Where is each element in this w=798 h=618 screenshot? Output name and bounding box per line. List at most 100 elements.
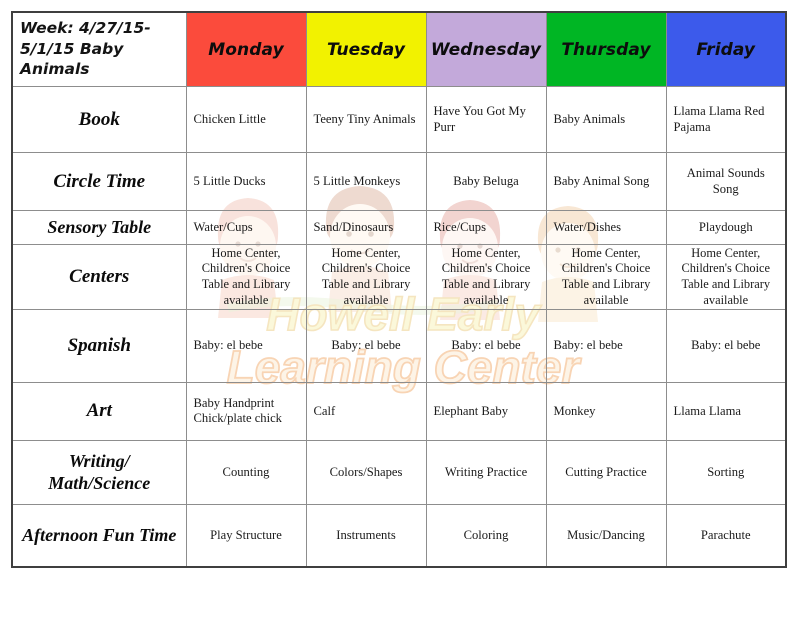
cell-4-0: Baby: el bebe	[185, 309, 307, 383]
cell-6-1: Colors/Shapes	[305, 439, 427, 506]
row-label-art: Art	[11, 381, 187, 442]
row-label-book: Book	[11, 86, 187, 154]
row-label-spanish: Spanish	[11, 309, 187, 383]
cell-7-0: Play Structure	[185, 504, 307, 568]
table-row: Spanish Baby: el bebe Baby: el bebe Baby: e…	[11, 309, 787, 383]
cell-text: Calf	[313, 403, 336, 418]
cell-6-0: Counting	[185, 439, 307, 506]
cell-text: Water/Cups	[193, 219, 253, 234]
cell-4-4: Baby: el bebe	[665, 309, 787, 383]
cell-text: Cutting Practice	[565, 464, 647, 479]
cell-text: Instruments	[336, 527, 396, 542]
cell-6-4: Sorting	[665, 439, 787, 506]
cell-1-4: Animal Sounds Song	[665, 152, 787, 212]
cell-text: Baby: el bebe	[451, 338, 521, 353]
cell-3-4: Home Center, Children's Choice Table and…	[665, 243, 787, 311]
row-label-circle-time: Circle Time	[11, 152, 187, 212]
cell-text: Baby: el bebe	[331, 338, 401, 353]
cell-1-3: Baby Animal Song	[545, 152, 667, 212]
table-row: Afternoon Fun Time Play Structure Instrume…	[11, 504, 787, 568]
cell-5-4: Llama Llama	[665, 381, 787, 442]
cell-4-2: Baby: el bebe	[425, 309, 547, 383]
cell-text: Rice/Cups	[433, 219, 486, 234]
cell-text: Home Center, Children's Choice Table and…	[441, 245, 531, 307]
table-row: Centers Home Center, Children's Choice Ta…	[11, 243, 787, 311]
cell-text: Music/Dancing	[567, 527, 645, 542]
table-row: Circle Time 5 Little Ducks 5 Little Monkey…	[11, 152, 787, 212]
cell-text: Playdough	[698, 219, 753, 234]
cell-3-2: Home Center, Children's Choice Table and…	[425, 243, 547, 311]
cell-text: Baby Animals	[553, 111, 626, 126]
cell-0-2: Have You Got My Purr	[425, 86, 547, 154]
cell-text: Llama Llama	[673, 403, 741, 418]
cell-text: Counting	[222, 464, 270, 479]
page-canvas: Howell Early Learning Center Week: 4/27/…	[0, 0, 798, 618]
cell-text: Home Center, Children's Choice Table and…	[681, 245, 771, 307]
cell-text: Baby: el bebe	[691, 338, 761, 353]
cell-0-1: Teeny Tiny Animals	[305, 86, 427, 154]
table-header-row: Week: 4/27/15-5/1/15 Baby Animals Monday T…	[11, 11, 787, 88]
cell-6-2: Writing Practice	[425, 439, 547, 506]
cell-text: Home Center, Children's Choice Table and…	[201, 245, 291, 307]
cell-text: Have You Got My Purr	[433, 103, 526, 134]
cell-1-2: Baby Beluga	[425, 152, 547, 212]
day-header-friday: Friday	[665, 11, 787, 88]
row-label-sensory-table: Sensory Table	[11, 210, 187, 245]
cell-text: Sorting	[707, 464, 745, 479]
cell-text: Baby Animal Song	[553, 174, 650, 189]
cell-text: 5 Little Ducks	[193, 174, 266, 189]
cell-text: Animal Sounds Song	[686, 166, 765, 196]
cell-text: Chicken Little	[193, 111, 266, 126]
cell-4-1: Baby: el bebe	[305, 309, 427, 383]
cell-text: Colors/Shapes	[329, 464, 403, 479]
cell-text: Home Center, Children's Choice Table and…	[561, 245, 651, 307]
cell-text: Play Structure	[210, 527, 282, 542]
cell-3-0: Home Center, Children's Choice Table and…	[185, 243, 307, 311]
cell-2-4: Playdough	[665, 210, 787, 245]
cell-0-4: Llama Llama Red Pajama	[665, 86, 787, 154]
cell-3-1: Home Center, Children's Choice Table and…	[305, 243, 427, 311]
cell-text: Teeny Tiny Animals	[313, 111, 416, 126]
cell-4-3: Baby: el bebe	[545, 309, 667, 383]
cell-text: Monkey	[553, 403, 596, 418]
cell-text: Coloring	[463, 527, 509, 542]
cell-text: Parachute	[700, 527, 751, 542]
cell-text: Home Center, Children's Choice Table and…	[321, 245, 411, 307]
cell-7-1: Instruments	[305, 504, 427, 568]
cell-5-2: Elephant Baby	[425, 381, 547, 442]
row-label-writing-math-science: Writing/ Math/Science	[11, 439, 187, 506]
cell-2-3: Water/Dishes	[545, 210, 667, 245]
day-header-monday: Monday	[185, 11, 307, 88]
cell-0-3: Baby Animals	[545, 86, 667, 154]
cell-text: Elephant Baby	[433, 403, 509, 418]
weekly-lesson-plan-table: Week: 4/27/15-5/1/15 Baby Animals Monday T…	[11, 11, 787, 568]
cell-3-3: Home Center, Children's Choice Table and…	[545, 243, 667, 311]
day-header-wednesday: Wednesday	[425, 11, 547, 88]
row-label-centers: Centers	[11, 243, 187, 311]
plan-week-title: Week: 4/27/15-5/1/15 Baby Animals	[11, 11, 187, 88]
cell-2-2: Rice/Cups	[425, 210, 547, 245]
cell-7-4: Parachute	[665, 504, 787, 568]
cell-7-3: Music/Dancing	[545, 504, 667, 568]
cell-text: Sand/Dinosaurs	[313, 219, 394, 234]
cell-2-0: Water/Cups	[185, 210, 307, 245]
cell-1-0: 5 Little Ducks	[185, 152, 307, 212]
cell-text: Llama Llama Red Pajama	[673, 103, 765, 134]
day-header-tuesday: Tuesday	[305, 11, 427, 88]
cell-7-2: Coloring	[425, 504, 547, 568]
cell-2-1: Sand/Dinosaurs	[305, 210, 427, 245]
cell-text: Water/Dishes	[553, 219, 622, 234]
cell-text: Baby: el bebe	[553, 338, 623, 353]
day-header-thursday: Thursday	[545, 11, 667, 88]
cell-text: Baby Beluga	[453, 174, 519, 189]
cell-6-3: Cutting Practice	[545, 439, 667, 506]
cell-text: Baby: el bebe	[193, 338, 263, 353]
table-row: Writing/ Math/Science Counting Colors/Shap…	[11, 439, 787, 506]
row-label-afternoon-fun-time: Afternoon Fun Time	[11, 504, 187, 568]
table-row: Sensory Table Water/Cups Sand/Dinosaurs Ric…	[11, 210, 787, 245]
cell-text: Writing Practice	[444, 464, 528, 479]
table-row: Book Chicken Little Teeny Tiny Animals Have…	[11, 86, 787, 154]
table-row: Art Baby Handprint Chick/plate chick Calf E…	[11, 381, 787, 442]
cell-0-0: Chicken Little	[185, 86, 307, 154]
cell-5-1: Calf	[305, 381, 427, 442]
